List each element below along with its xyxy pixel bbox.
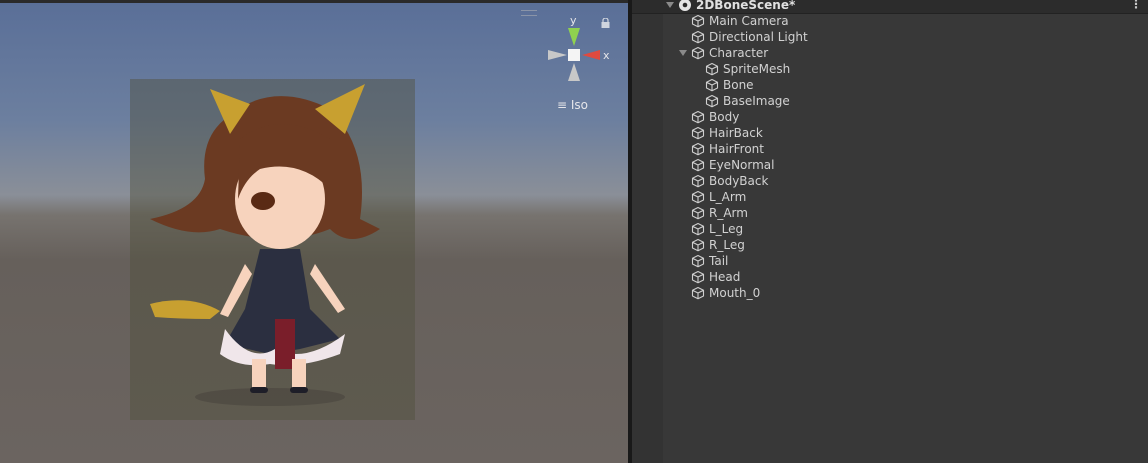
gameobject-cube-icon <box>691 46 705 60</box>
gameobject-cube-icon <box>705 94 719 108</box>
menu-lines-icon: ≡ <box>557 98 568 112</box>
gizmo-x-axis[interactable] <box>582 50 600 60</box>
hierarchy-item[interactable]: HairBack <box>632 125 1148 141</box>
hierarchy-item-label: R_Leg <box>709 238 745 252</box>
hierarchy-item[interactable]: L_Arm <box>632 189 1148 205</box>
projection-label: Iso <box>570 98 589 112</box>
gameobject-cube-icon <box>691 254 705 268</box>
hierarchy-item[interactable]: Body <box>632 109 1148 125</box>
scene-name: 2DBoneScene* <box>696 0 796 12</box>
hierarchy-item-label: Mouth_0 <box>709 286 761 300</box>
gizmo-y-label: y <box>570 14 577 27</box>
expand-arrow-icon[interactable] <box>666 2 674 8</box>
gameobject-cube-icon <box>691 110 705 124</box>
hierarchy-item[interactable]: R_Arm <box>632 205 1148 221</box>
hierarchy-scene-header[interactable]: 2DBoneScene* ⋮ <box>632 0 1148 14</box>
gameobject-cube-icon <box>691 222 705 236</box>
hierarchy-item[interactable]: EyeNormal <box>632 157 1148 173</box>
hierarchy-item[interactable]: BodyBack <box>632 173 1148 189</box>
hierarchy-item-label: BodyBack <box>709 174 769 188</box>
gameobject-cube-icon <box>705 62 719 76</box>
hierarchy-item[interactable]: Character <box>632 45 1148 61</box>
hierarchy-item[interactable]: Mouth_0 <box>632 285 1148 301</box>
character-sprite[interactable] <box>130 79 415 420</box>
expand-arrow-icon[interactable] <box>679 50 687 56</box>
scene-view[interactable]: y x ≡ Iso <box>0 0 628 463</box>
gameobject-cube-icon <box>691 190 705 204</box>
gameobject-cube-icon <box>691 158 705 172</box>
hierarchy-item-label: L_Arm <box>709 190 747 204</box>
projection-toggle[interactable]: ≡ Iso <box>557 98 588 112</box>
hierarchy-item-label: BaseImage <box>723 94 790 108</box>
hierarchy-item[interactable]: Directional Light <box>632 29 1148 45</box>
gameobject-cube-icon <box>691 270 705 284</box>
gameobject-cube-icon <box>691 142 705 156</box>
lock-icon[interactable] <box>601 18 610 28</box>
hierarchy-item-label: L_Leg <box>709 222 744 236</box>
gameobject-cube-icon <box>691 14 705 28</box>
hierarchy-item-label: Bone <box>723 78 754 92</box>
hierarchy-item[interactable]: Bone <box>632 77 1148 93</box>
hierarchy-item-label: Body <box>709 110 740 124</box>
hierarchy-item[interactable]: BaseImage <box>632 93 1148 109</box>
hierarchy-item[interactable]: HairFront <box>632 141 1148 157</box>
gizmo-center[interactable] <box>568 49 580 61</box>
more-options-icon[interactable]: ⋮ <box>1130 0 1142 12</box>
hierarchy-item[interactable]: L_Leg <box>632 221 1148 237</box>
gameobject-cube-icon <box>691 30 705 44</box>
gizmo-neg-y-axis[interactable] <box>568 63 580 81</box>
hierarchy-item[interactable]: Main Camera <box>632 13 1148 29</box>
gizmo-y-axis[interactable] <box>568 28 580 46</box>
hierarchy-panel: 2DBoneScene* ⋮ Main Camera Directional Li… <box>632 0 1148 463</box>
hierarchy-item-label: R_Arm <box>709 206 748 220</box>
hierarchy-item-label: Directional Light <box>709 30 808 44</box>
gameobject-cube-icon <box>691 286 705 300</box>
character-illustration <box>150 84 380 406</box>
hierarchy-item-label: HairBack <box>709 126 763 140</box>
hierarchy-item-label: Head <box>709 270 741 284</box>
hierarchy-item-label: HairFront <box>709 142 764 156</box>
hierarchy-item-label: Character <box>709 46 769 60</box>
unity-scene-icon <box>679 0 691 11</box>
hierarchy-item-label: SpriteMesh <box>723 62 791 76</box>
hierarchy-item[interactable]: Head <box>632 269 1148 285</box>
gizmo-x-label: x <box>603 49 610 62</box>
gameobject-cube-icon <box>705 78 719 92</box>
gameobject-cube-icon <box>691 238 705 252</box>
hierarchy-item[interactable]: Tail <box>632 253 1148 269</box>
hierarchy-item[interactable]: R_Leg <box>632 237 1148 253</box>
gameobject-cube-icon <box>691 126 705 140</box>
hierarchy-item-label: Main Camera <box>709 14 789 28</box>
gizmo-neg-x-axis[interactable] <box>548 50 567 60</box>
hierarchy-item-label: Tail <box>709 254 729 268</box>
hierarchy-item[interactable]: SpriteMesh <box>632 61 1148 77</box>
hierarchy-item-label: EyeNormal <box>709 158 775 172</box>
gameobject-cube-icon <box>691 206 705 220</box>
drag-handle-icon[interactable] <box>521 10 537 16</box>
gameobject-cube-icon <box>691 174 705 188</box>
